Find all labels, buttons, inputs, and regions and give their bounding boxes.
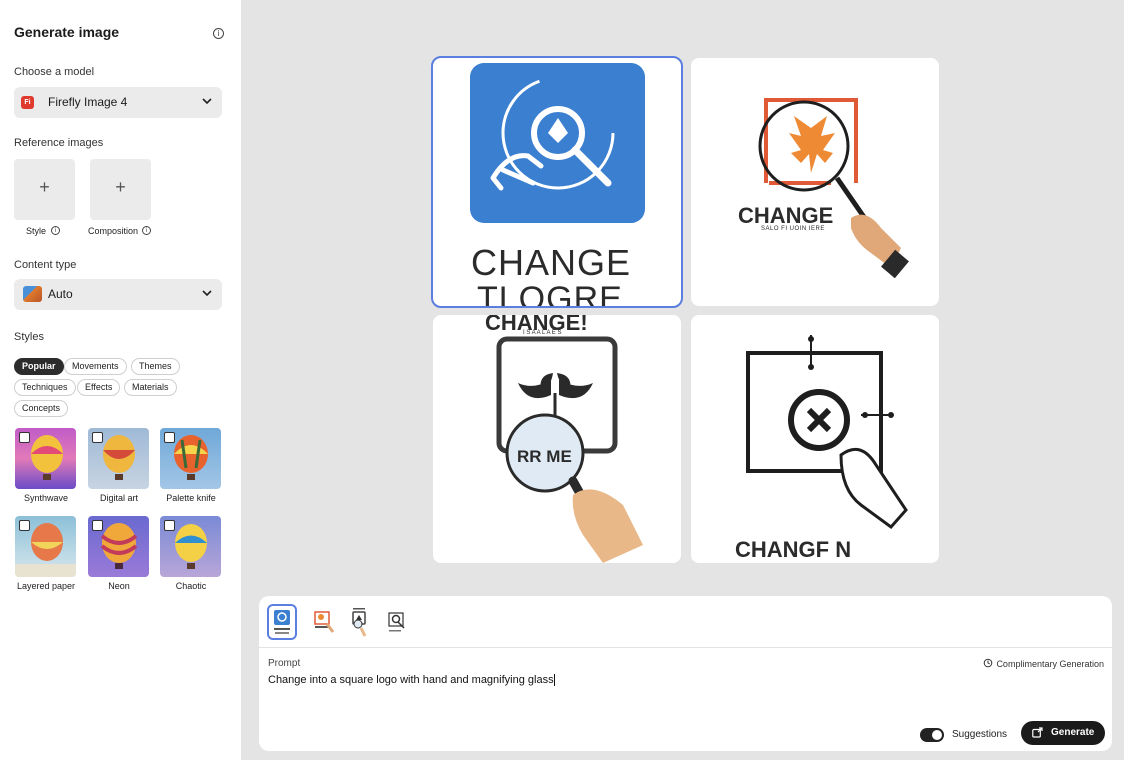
info-icon[interactable]: i	[142, 226, 151, 235]
style-name-chaotic: Chaotic	[175, 581, 207, 591]
checkbox[interactable]	[19, 432, 30, 443]
tab-concepts[interactable]: Concepts	[14, 400, 69, 417]
checkbox[interactable]	[92, 520, 103, 531]
prompt-input-text: Change into a square logo with hand and …	[268, 674, 554, 686]
style-name-neon: Neon	[108, 581, 130, 591]
style-reference-upload[interactable]: +	[14, 159, 75, 220]
generated-image-1[interactable]: CHANGE TLOGRE	[431, 56, 683, 308]
complimentary-generation-label: Complimentary Generation	[996, 659, 1104, 669]
content-type-value: Auto	[48, 287, 73, 301]
image-1-headline: CHANGE	[471, 242, 632, 283]
model-label: Choose a model	[14, 66, 95, 78]
magnifier-logo-icon	[496, 336, 643, 563]
left-panel: Generate image i Choose a model Fi Firef…	[0, 0, 241, 760]
style-thumb-chaotic[interactable]	[160, 516, 221, 577]
divider	[259, 647, 1112, 648]
plus-icon: +	[39, 177, 50, 197]
suggestions-toggle[interactable]	[920, 728, 944, 742]
chevron-down-icon	[202, 98, 212, 105]
generate-button-label: Generate	[1051, 727, 1095, 738]
content-type-select[interactable]: Auto	[14, 279, 222, 310]
style-name-digital-art: Digital art	[99, 493, 138, 503]
magnifier-logo-icon	[388, 612, 405, 632]
style-name-palette-knife: Palette knife	[166, 493, 216, 503]
auto-content-thumbnail	[23, 286, 42, 302]
prompt-input[interactable]: Change into a square logo with hand and …	[268, 674, 555, 687]
generated-image-4[interactable]: CHANGF N	[691, 315, 939, 563]
reference-images-label: Reference images	[14, 137, 104, 149]
checkbox[interactable]	[164, 432, 175, 443]
magnifier-logo-icon	[314, 611, 335, 633]
style-thumb-palette-knife[interactable]	[160, 428, 221, 489]
image-3-subline: I S A A L A E S	[523, 330, 562, 336]
thumbnail-image-2[interactable]	[307, 604, 337, 640]
styles-label: Styles	[14, 331, 44, 343]
firefly-logo-icon: Fi	[21, 96, 34, 109]
panel-title: Generate image	[14, 24, 120, 40]
model-select[interactable]: Fi Firefly Image 4	[14, 87, 222, 118]
tab-techniques[interactable]: Techniques	[14, 379, 76, 396]
magnifier-logo-icon	[746, 335, 908, 530]
prompt-label: Prompt	[268, 658, 301, 669]
info-icon[interactable]: i	[51, 226, 60, 235]
generated-image-2[interactable]: CHANGE SALO FI UOIN IERE	[691, 58, 939, 306]
chevron-down-icon	[202, 290, 212, 297]
tab-materials[interactable]: Materials	[124, 379, 177, 396]
thumbnail-image-4[interactable]	[381, 604, 411, 640]
composition-reference-upload[interactable]: +	[90, 159, 151, 220]
tab-movements[interactable]: Movements	[64, 358, 127, 375]
thumbnail-image-3[interactable]	[344, 604, 374, 640]
tab-popular[interactable]: Popular	[14, 358, 64, 375]
checkbox[interactable]	[92, 432, 103, 443]
style-thumb-neon[interactable]	[88, 516, 149, 577]
content-type-label: Content type	[14, 259, 77, 271]
prompt-panel: Prompt Complimentary Generation Change i…	[259, 596, 1112, 751]
style-thumb-layered-paper[interactable]	[15, 516, 76, 577]
plus-icon: +	[115, 177, 126, 197]
text-caret	[553, 674, 555, 687]
toggle-knob	[932, 730, 942, 740]
magnifier-logo-icon	[274, 610, 290, 634]
style-thumb-digital-art[interactable]	[88, 428, 149, 489]
image-4-headline: CHANGF N	[735, 537, 852, 562]
model-select-value: Firefly Image 4	[48, 95, 128, 109]
complimentary-generation-indicator[interactable]: Complimentary Generation	[983, 658, 1104, 669]
style-ref-label: Style	[26, 226, 47, 236]
image-3-lens-text: RR ME	[517, 447, 572, 466]
composition-ref-label: Composition	[88, 226, 139, 236]
checkbox[interactable]	[164, 520, 175, 531]
style-name-synthwave: Synthwave	[23, 493, 69, 503]
image-2-subline: SALO FI UOIN IERE	[761, 226, 825, 232]
suggestions-label: Suggestions	[952, 729, 1008, 740]
refresh-icon	[984, 658, 993, 668]
magnifier-logo-icon	[758, 98, 909, 279]
generate-button[interactable]: Generate	[1021, 721, 1105, 745]
tab-effects[interactable]: Effects	[77, 379, 121, 396]
info-icon[interactable]: i	[213, 28, 224, 39]
generated-image-3[interactable]: CHANGE! I S A A L A E S RR ME	[433, 315, 681, 563]
style-name-layered-paper: Layered paper	[16, 581, 76, 591]
magnifier-logo-icon	[352, 608, 367, 637]
tab-themes[interactable]: Themes	[131, 358, 180, 375]
image-1-subline: TLOGRE	[477, 280, 623, 306]
thumbnail-image-1[interactable]	[267, 604, 297, 640]
checkbox[interactable]	[19, 520, 30, 531]
generate-icon	[1032, 727, 1043, 738]
style-thumb-synthwave[interactable]	[15, 428, 76, 489]
